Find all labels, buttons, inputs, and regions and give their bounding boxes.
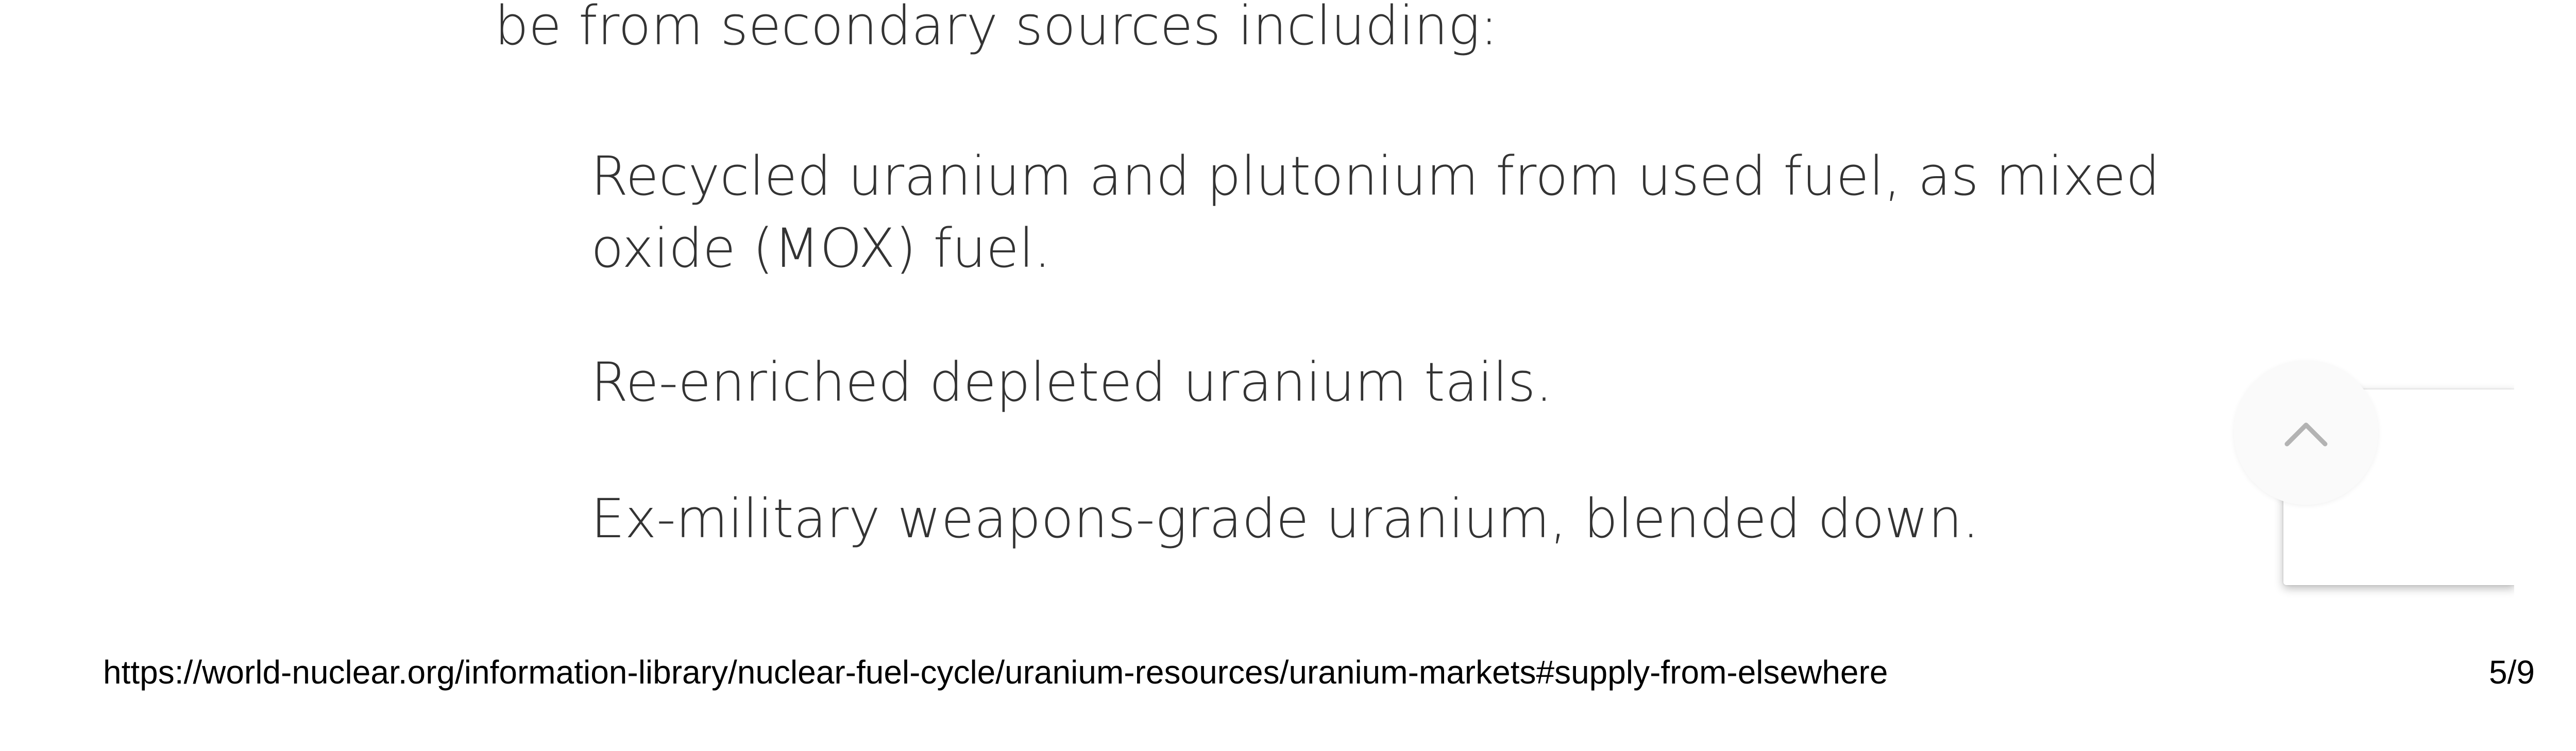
intro-text: be from secondary sources including: — [495, 0, 1498, 57]
page-edge — [2514, 361, 2576, 618]
list-item: Ex-military weapons-grade uranium, blend… — [591, 487, 1979, 550]
page-number: 5/9 — [2489, 654, 2535, 691]
back-to-top-button[interactable] — [2234, 361, 2378, 505]
chevron-up-icon — [2284, 422, 2328, 447]
list-item: Re-enriched depleted uranium tails. — [591, 351, 1553, 414]
article-body: be from secondary sources including: Rec… — [0, 0, 2576, 618]
page-url: https://world-nuclear.org/information-li… — [103, 654, 1888, 691]
list-item: Recycled uranium and plutonium from used… — [591, 145, 2160, 280]
